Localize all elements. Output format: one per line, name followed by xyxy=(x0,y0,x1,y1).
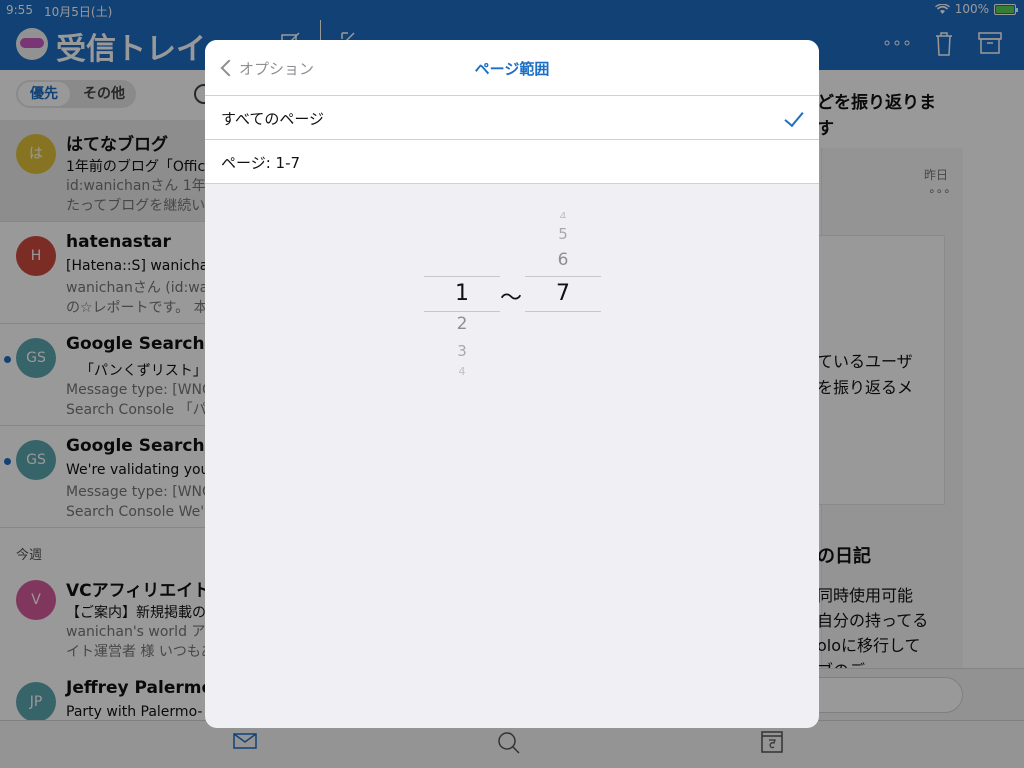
option-all-pages[interactable]: すべてのページ xyxy=(205,96,819,140)
checkmark-icon xyxy=(784,106,804,128)
picker-from-option[interactable]: 4 xyxy=(424,365,500,375)
picker-from-option[interactable]: 2 xyxy=(424,314,500,334)
sheet-navbar: オプション ページ範囲 xyxy=(205,40,819,96)
picker-to-option[interactable]: 5 xyxy=(525,225,601,243)
option-page-range-label: ページ: 1-7 xyxy=(221,154,301,172)
option-page-range[interactable]: ページ: 1-7 xyxy=(205,140,819,184)
picker-to-option[interactable]: 4 xyxy=(525,210,601,218)
sheet-title: ページ範囲 xyxy=(474,60,550,78)
picker-to-selected: 7 xyxy=(525,276,601,312)
range-separator: 〜 xyxy=(500,286,523,311)
picker-from-option[interactable]: 3 xyxy=(424,342,500,360)
picker-to-option[interactable]: 6 xyxy=(525,250,601,270)
page-range-sheet: オプション ページ範囲 すべてのページ ページ: 1-7 1 2 3 4 〜 4… xyxy=(205,40,819,728)
option-all-pages-label: すべてのページ xyxy=(221,110,325,128)
picker-from-selected: 1 xyxy=(424,276,500,312)
